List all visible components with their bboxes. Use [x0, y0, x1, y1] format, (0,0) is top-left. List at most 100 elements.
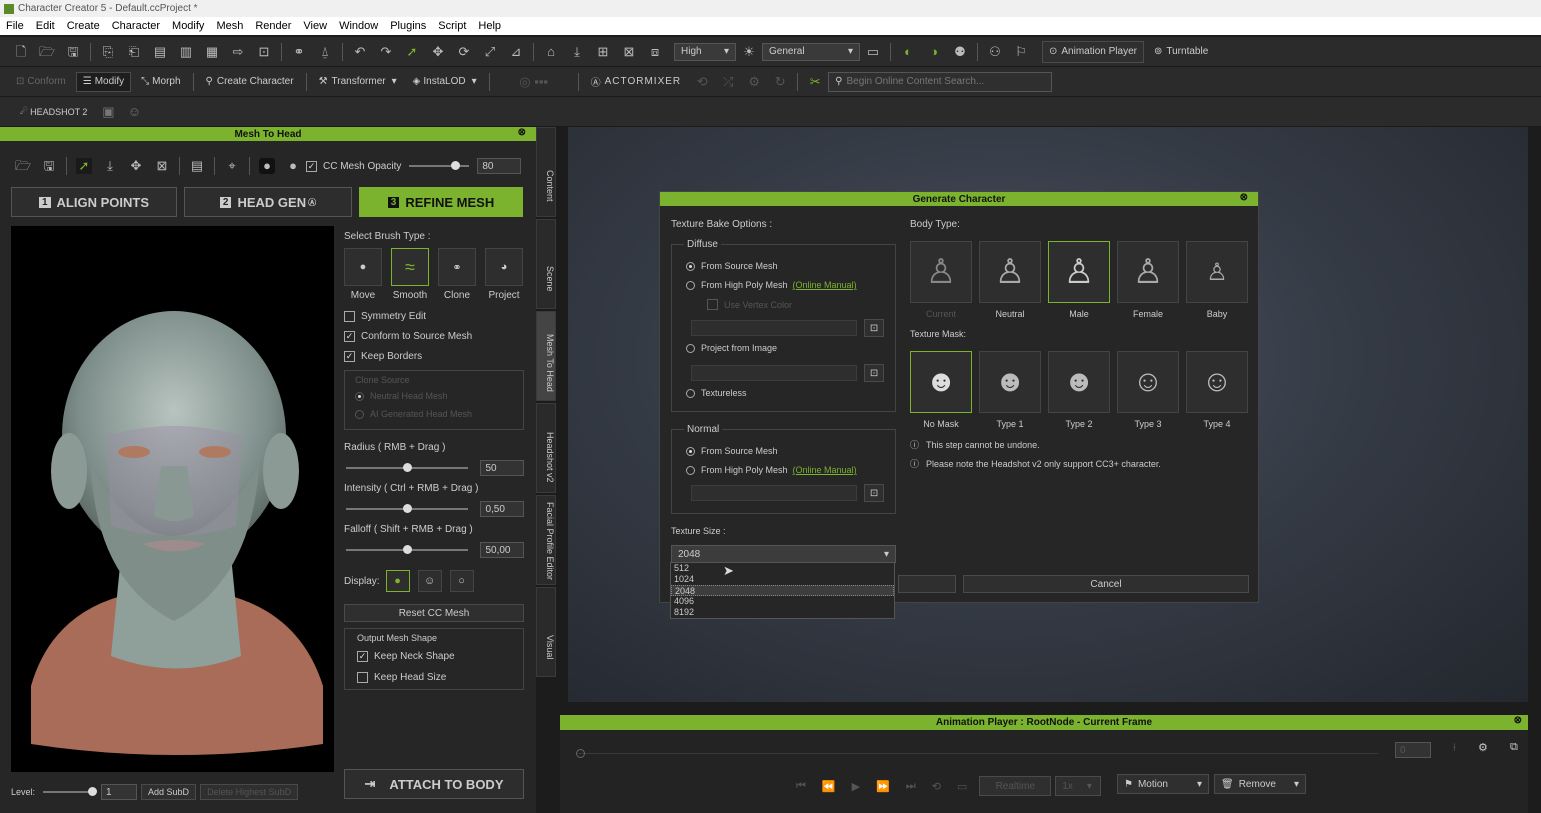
opacity-slider[interactable]: [409, 161, 470, 170]
cancel-button[interactable]: Cancel: [963, 575, 1249, 593]
menu-character[interactable]: Character: [112, 20, 160, 32]
transformer-button[interactable]: ⚒ Transformer ▾: [313, 72, 403, 92]
high-poly-path-field[interactable]: [691, 320, 857, 336]
select-icon[interactable]: ➚: [76, 158, 92, 174]
side-tab-scene[interactable]: Scene: [536, 219, 556, 309]
move-icon[interactable]: ✥: [430, 44, 446, 60]
menu-create[interactable]: Create: [67, 20, 100, 32]
brush-move[interactable]: ● Move: [344, 248, 382, 301]
shuffle-icon[interactable]: ⤮: [720, 74, 736, 90]
keep-neck-checkbox[interactable]: ✓: [357, 651, 368, 662]
remove-dropdown[interactable]: 🗑 Remove ▾: [1214, 774, 1306, 794]
align-icon[interactable]: ⊿: [508, 44, 524, 60]
slider-handle[interactable]: [403, 504, 412, 513]
tab-head-gen[interactable]: 2 HEAD GEN Ⓐ: [184, 187, 352, 217]
neutral-option[interactable]: Neutral Head Mesh: [355, 391, 513, 401]
radio-button[interactable]: [686, 465, 695, 475]
normal-from-high-option[interactable]: From High Poly Mesh (Online Manual): [686, 465, 857, 475]
falloff-slider[interactable]: [346, 545, 469, 554]
diffuse-from-source-option[interactable]: From Source Mesh: [686, 261, 778, 271]
usd-icon[interactable]: ▦: [204, 44, 220, 60]
headshot-image-icon[interactable]: ▣: [100, 104, 116, 120]
side-tab-mesh-to-head[interactable]: Mesh To Head: [536, 311, 556, 401]
drop-icon[interactable]: ⤓: [569, 44, 585, 60]
instalod-button[interactable]: ◈ InstaLOD ▾: [407, 72, 483, 92]
camera-icon[interactable]: ▤: [189, 158, 205, 174]
link-icon[interactable]: ⚭: [291, 44, 307, 60]
motion-dropdown[interactable]: ⚑ Motion ▾: [1117, 774, 1209, 794]
symmetry-row[interactable]: Symmetry Edit: [344, 311, 524, 322]
screenshot-icon[interactable]: ⊡: [256, 44, 272, 60]
scale-icon[interactable]: ⤢: [482, 44, 498, 60]
project-image-option[interactable]: Project from Image: [686, 343, 777, 353]
radio-button[interactable]: [686, 280, 695, 290]
target-icon[interactable]: ⌖: [224, 158, 240, 174]
prev-frame-icon[interactable]: ⏪: [822, 780, 836, 793]
add-subd-button[interactable]: Add SubD: [141, 784, 197, 800]
keep-borders-checkbox[interactable]: ✓: [344, 351, 355, 362]
delete-subd-button[interactable]: Delete Highest SubD: [200, 784, 299, 800]
body-type-female[interactable]: ♙ Female: [1117, 241, 1179, 319]
radio-button[interactable]: [686, 446, 695, 456]
morph-button[interactable]: ⤡ Morph: [135, 72, 186, 92]
reset-cc-mesh-button[interactable]: Reset CC Mesh: [344, 604, 524, 622]
actormixer-button[interactable]: Ⓐ ACTORMIXER: [585, 72, 688, 92]
redo-icon[interactable]: ↷: [378, 44, 394, 60]
open-folder-icon[interactable]: 🗁: [39, 44, 55, 60]
fit-icon[interactable]: ⊞: [595, 44, 611, 60]
modify-button[interactable]: ☰ Modify: [75, 71, 132, 92]
display-green-head-icon[interactable]: ●: [385, 570, 410, 592]
size-option[interactable]: 512: [671, 563, 894, 574]
use-vertex-option[interactable]: Use Vertex Color: [707, 299, 792, 310]
keep-neck-row[interactable]: ✓ Keep Neck Shape: [357, 651, 511, 662]
search-input[interactable]: ⚲ Begin Online Content Search...: [828, 71, 1053, 92]
close-icon[interactable]: ⊗: [1240, 192, 1248, 203]
texture-size-dropdown[interactable]: 2048 ▾: [671, 545, 896, 563]
radio-button[interactable]: [686, 343, 695, 353]
browse-folder-icon[interactable]: ⊡: [864, 364, 884, 382]
symmetry-checkbox[interactable]: [344, 311, 355, 322]
menu-plugins[interactable]: Plugins: [390, 20, 426, 32]
online-manual-link[interactable]: (Online Manual): [793, 280, 857, 290]
menu-window[interactable]: Window: [339, 20, 378, 32]
import-icon[interactable]: ⎘: [100, 44, 116, 60]
side-tab-content[interactable]: Content: [536, 127, 556, 217]
camera-icon[interactable]: ⧈: [647, 44, 663, 60]
create-character-button[interactable]: ⚲ Create Character: [200, 72, 300, 92]
slider-handle[interactable]: [403, 463, 412, 472]
radio-button[interactable]: [686, 261, 695, 271]
menu-file[interactable]: File: [6, 20, 24, 32]
ai-radio[interactable]: [355, 409, 364, 419]
normal-from-source-option[interactable]: From Source Mesh: [686, 446, 778, 456]
radius-slider[interactable]: [346, 463, 469, 472]
timeline-track[interactable]: [578, 753, 1378, 754]
transform-icon[interactable]: ✥: [128, 158, 144, 174]
fbx-icon[interactable]: ▥: [178, 44, 194, 60]
send-icon[interactable]: ⇨: [230, 44, 246, 60]
menu-view[interactable]: View: [303, 20, 327, 32]
head-light-icon[interactable]: ●: [285, 158, 301, 174]
realtime-dropdown[interactable]: Realtime: [979, 776, 1052, 796]
new-file-icon[interactable]: 🗋: [13, 44, 29, 60]
light-icon[interactable]: ☀: [741, 44, 757, 60]
mask-type-3[interactable]: ☺ Type 3: [1117, 351, 1179, 429]
display-outline-head-icon[interactable]: ○: [449, 570, 474, 592]
conform-checkbox[interactable]: ✓: [344, 331, 355, 342]
render-mode-dropdown[interactable]: General ▾: [762, 42, 860, 61]
slider-handle[interactable]: [403, 545, 412, 554]
browse-folder-icon[interactable]: ⊡: [864, 484, 884, 502]
normal-path-field[interactable]: [691, 485, 857, 501]
ok-button[interactable]: [898, 575, 956, 593]
image-path-field[interactable]: [691, 365, 857, 381]
window-icon[interactable]: ⧉: [1510, 741, 1518, 754]
plugin-icon[interactable]: ✂: [807, 74, 823, 90]
body-type-male[interactable]: ♙ Male: [1048, 241, 1110, 319]
brush-project[interactable]: ◕ Project: [485, 248, 523, 301]
menu-edit[interactable]: Edit: [36, 20, 55, 32]
skip-end-icon[interactable]: ⏭: [906, 780, 916, 793]
move-icon[interactable]: ⤓: [102, 158, 118, 174]
attach-to-body-button[interactable]: ⇥ ATTACH TO BODY: [344, 769, 524, 799]
headshot-head-icon[interactable]: ☺: [126, 104, 142, 120]
opacity-field[interactable]: 80: [477, 158, 522, 174]
diffuse-from-high-option[interactable]: From High Poly Mesh (Online Manual): [686, 280, 857, 290]
